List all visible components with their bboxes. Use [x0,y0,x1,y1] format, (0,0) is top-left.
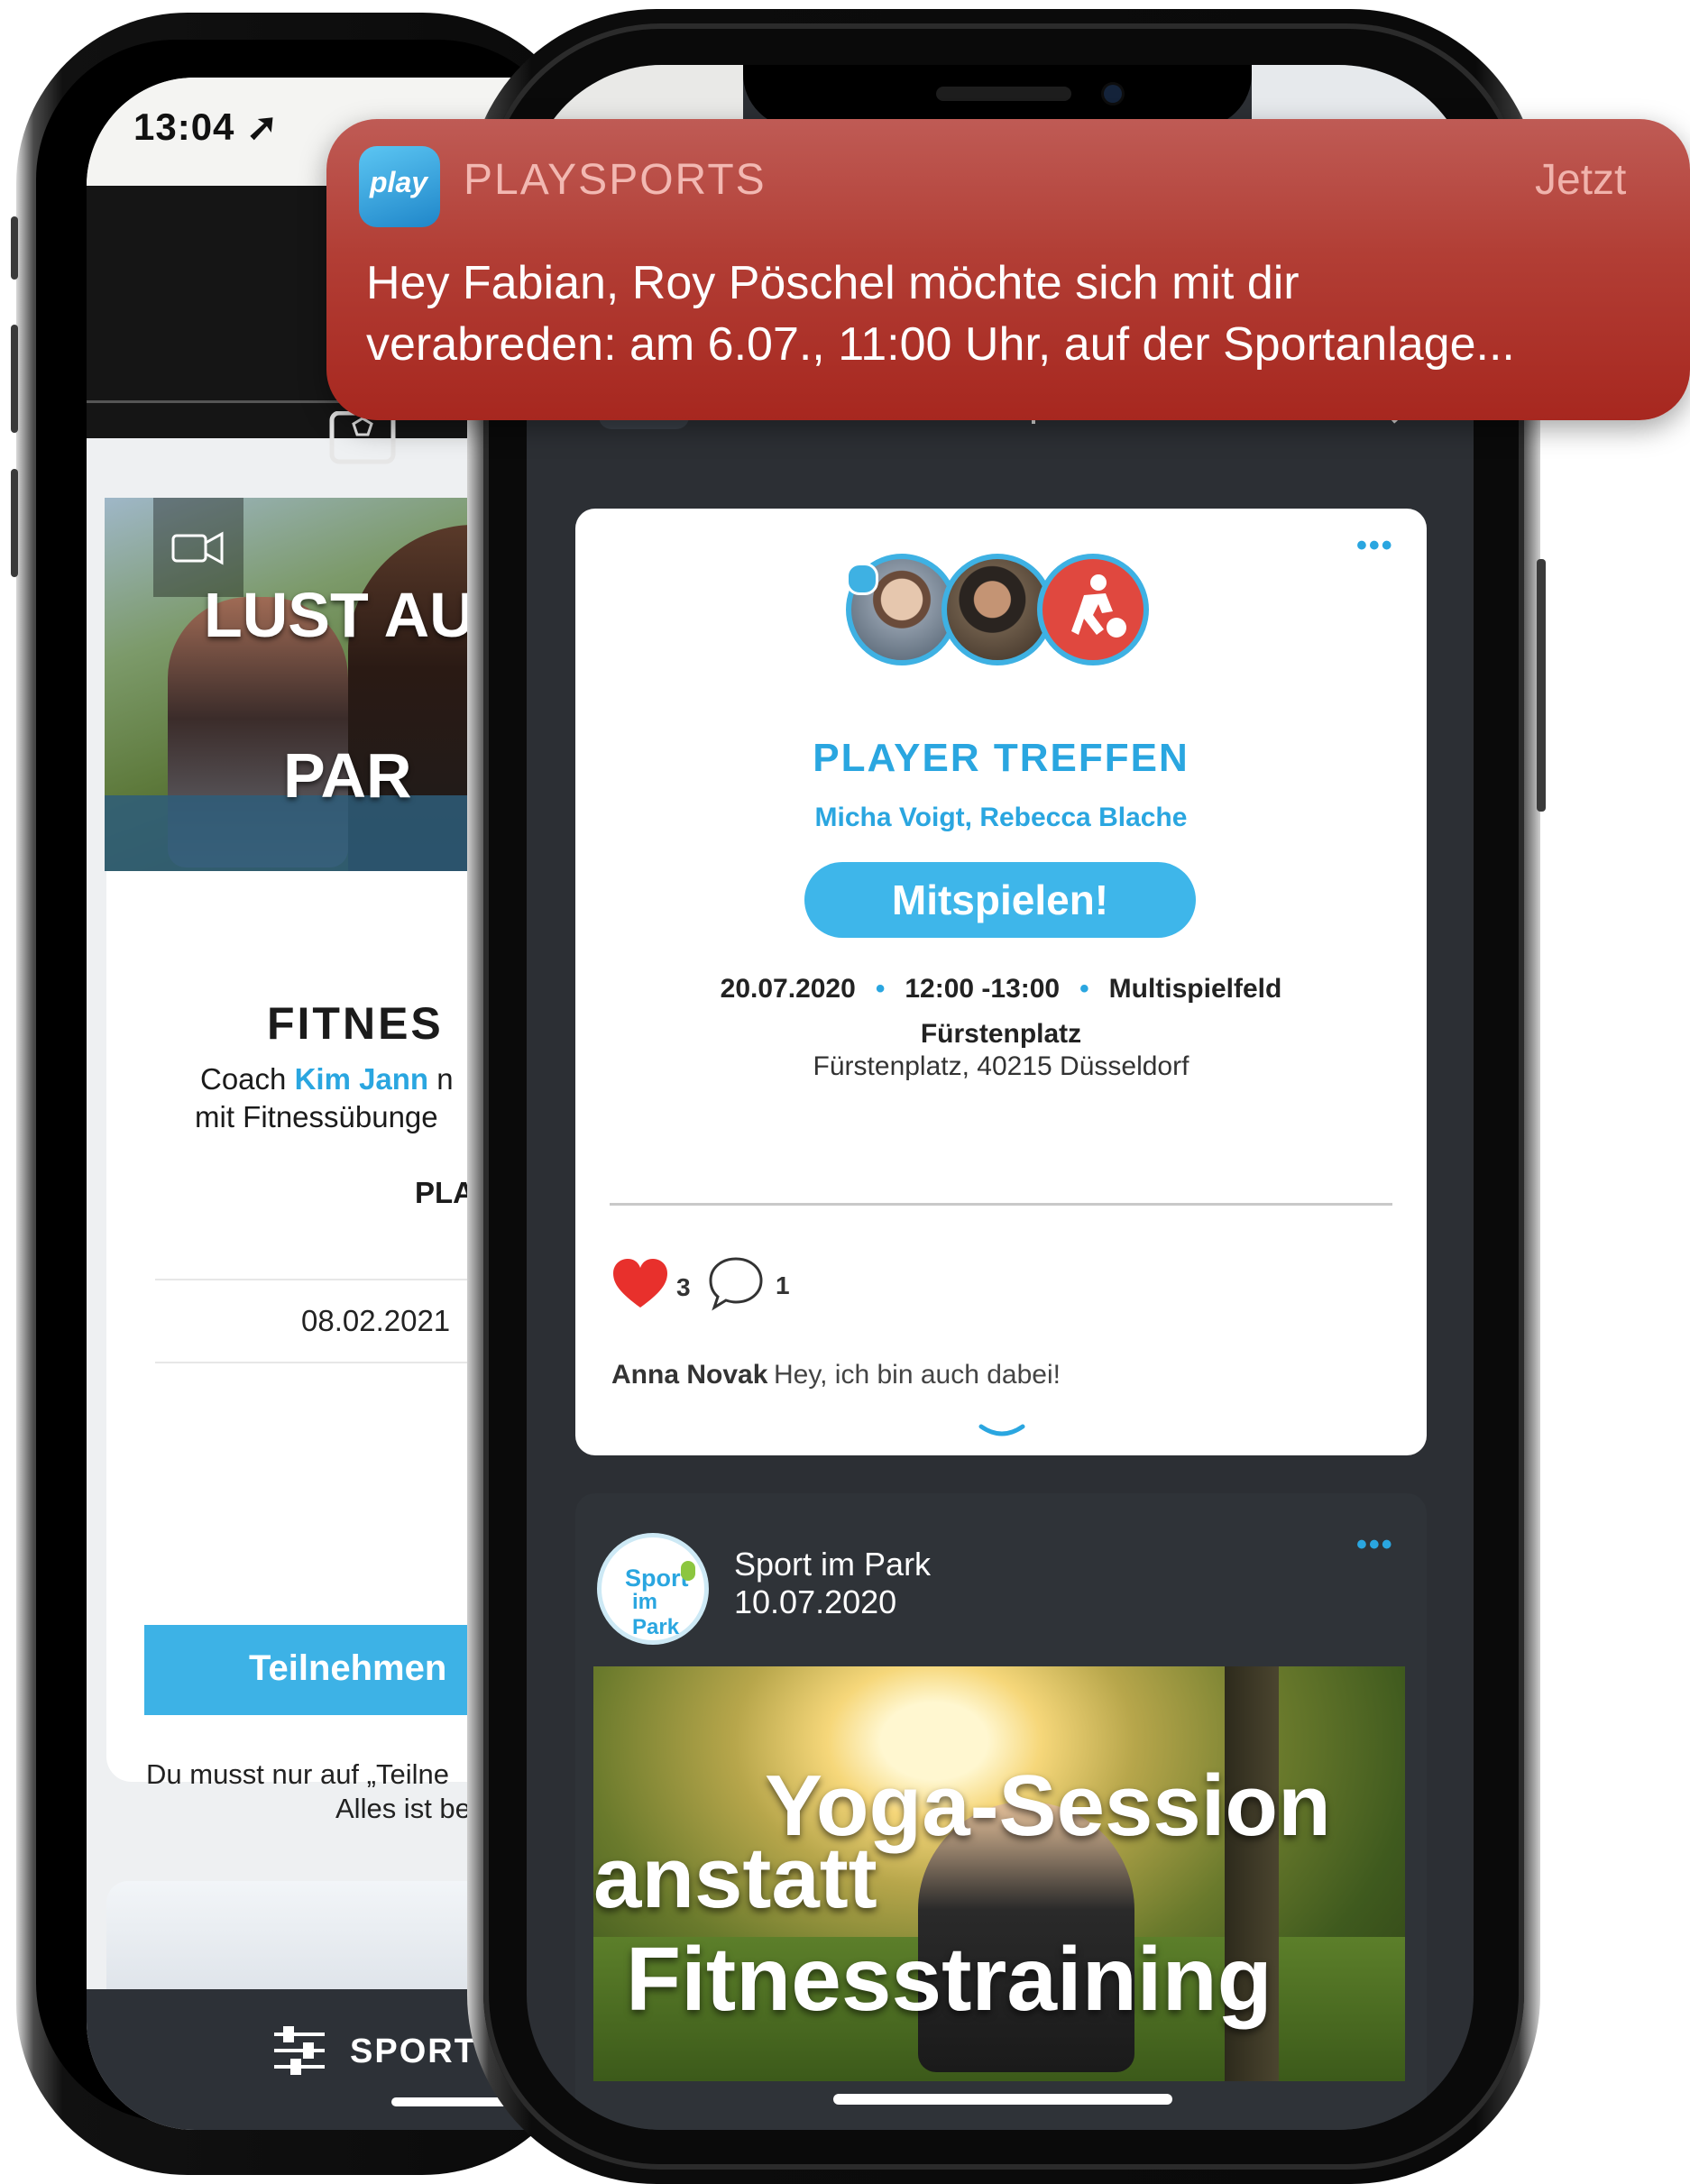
playsports-app-icon: play [359,146,440,227]
comment-bubble-icon[interactable] [707,1255,765,1311]
event-date: 20.07.2020 [720,974,856,1004]
comment-author[interactable]: Anna Novak [611,1360,767,1390]
coach-suffix: n [428,1062,454,1096]
back-phone-volume-up [11,325,18,433]
fitness-place: PLA [415,1176,474,1209]
notification-message-line1: Hey Fabian, Roy Pöschel möchte sich mit … [366,257,1300,309]
event-time: 12:00 -13:00 [905,974,1061,1004]
earpiece-speaker [936,87,1071,101]
fitness-description: mit Fitnessübunge [195,1100,438,1133]
logo-text-line1: Sport [625,1565,689,1592]
fitness-date: 08.02.2021 [301,1304,451,1337]
banner-text-line2: PAR [283,740,412,811]
basketball-player-icon [1071,574,1126,638]
push-notification[interactable]: play PLAYSPORTS Jetzt Hey Fabian, Roy Pö… [326,119,1690,420]
card-title: PLAYER TREFFEN [813,736,1189,780]
expand-chevron-icon[interactable] [978,1421,1026,1443]
coach-name-link[interactable]: Kim Jann [295,1062,429,1096]
comment-count: 1 [776,1271,790,1299]
back-phone-volume-down [11,469,18,577]
event-details: 20.07.2020 • 12:00 -13:00 • Multispielfeld [575,974,1427,1005]
event-field: Multispielfeld [1108,974,1282,1004]
divider [610,1203,1392,1206]
front-camera [1104,85,1122,103]
image-text-line2: anstatt [593,1830,877,1926]
post-date: 10.07.2020 [734,1583,897,1620]
front-phone-power-button [1537,559,1546,812]
post-author[interactable]: Sport im Park [734,1546,931,1583]
sport-activity-avatar[interactable] [1037,554,1149,665]
card-menu-button[interactable]: ••• [1356,528,1394,564]
notification-time: Jetzt [1535,156,1627,204]
notification-app-name: PLAYSPORTS [464,156,767,204]
fitness-card-title: FITNES [267,998,444,1049]
logo-text-line2: im Park [632,1590,680,1639]
app-icon-text: play [370,166,428,198]
tree-icon [681,1561,695,1581]
separator-dot: • [875,974,886,1004]
back-phone-mute-switch [11,216,18,280]
image-text-line3: Fitnesstraining [626,1929,1272,2030]
banner-text-line1: LUST AU [204,580,475,650]
sport-im-park-logo[interactable]: Sport im Park [597,1533,709,1645]
join-button[interactable]: Mitspielen! [804,862,1196,938]
coach-prefix: Coach [200,1062,295,1096]
participate-button-label: Teilnehmen [249,1648,447,1688]
post-card: Sport im Park Sport im Park 10.07.2020 •… [575,1493,1427,2130]
notification-message-line2: verabreden: am 6.07., 11:00 Uhr, auf der… [366,318,1515,371]
player-meetup-card: ••• PLAYER TREFFEN Micha Voigt, Rebecca … [575,509,1427,1455]
participant-names[interactable]: Micha Voigt, Rebecca Blache [575,803,1427,833]
coach-line: Coach Kim Jann n [200,1062,454,1097]
filter-sliders-icon[interactable] [272,2025,326,2076]
participate-note-line2: Alles ist be [335,1793,471,1824]
status-time: 13:04 ➚ [133,106,280,148]
participate-note-line1: Du musst nur auf „Teilne [146,1758,449,1790]
online-indicator [846,563,878,595]
card-menu-button[interactable]: ••• [1356,1528,1394,1563]
like-count: 3 [676,1273,691,1301]
like-heart-icon[interactable] [611,1257,669,1311]
comment-text: Hey, ich bin auch dabei! [774,1360,1061,1390]
home-indicator[interactable] [833,2094,1172,2105]
filter-bar-label[interactable]: SPORT [350,2033,477,2071]
event-venue: Fürstenplatz [920,1019,1082,1049]
yoga-session-image[interactable]: Yoga-Session anstatt Fitnesstraining [593,1666,1405,2081]
separator-dot: • [1079,974,1089,1004]
event-address: Fürstenplatz, 40215 Düsseldorf [813,1051,1189,1081]
